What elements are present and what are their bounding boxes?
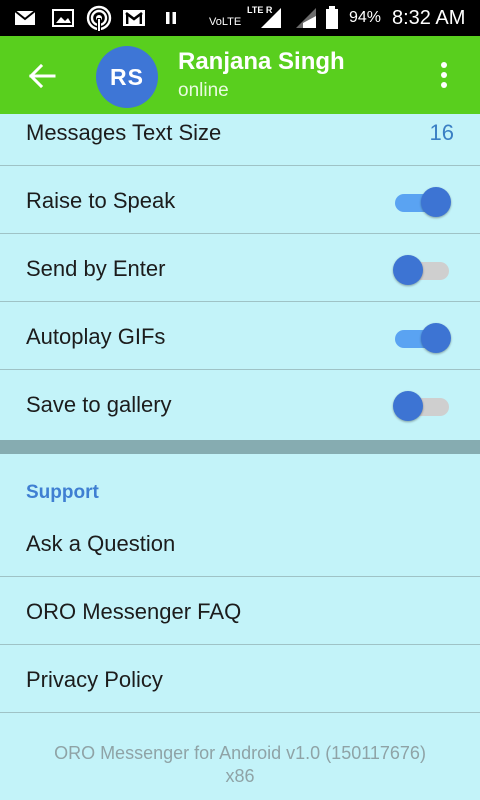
signal-icon <box>294 0 318 36</box>
contact-status: online <box>178 80 229 101</box>
gmail-icon <box>122 0 146 36</box>
section-divider <box>0 440 480 454</box>
text-size-value: 16 <box>429 120 454 145</box>
app-version-footer: ORO Messenger for Android v1.0 (15011767… <box>0 742 480 788</box>
signal-icon <box>259 0 283 36</box>
more-options-icon[interactable] <box>432 58 456 92</box>
autoplay-gifs-toggle[interactable] <box>393 323 451 353</box>
architecture-text: x86 <box>225 766 255 786</box>
setting-send-by-enter[interactable]: Send by Enter <box>0 234 480 302</box>
back-arrow-icon[interactable] <box>26 60 58 92</box>
toggle-thumb <box>393 255 423 285</box>
toggle-thumb <box>421 187 451 217</box>
setting-raise-to-speak[interactable]: Raise to Speak <box>0 166 480 234</box>
status-bar: VoLTE LTE R 94% 8:32 AM <box>0 0 480 36</box>
support-item-label: Privacy Policy <box>26 667 163 692</box>
clock: 8:32 AM <box>392 7 466 29</box>
battery-percent: 94% <box>349 9 382 26</box>
raise-to-speak-toggle[interactable] <box>393 187 451 217</box>
contact-name[interactable]: Ranjana Singh <box>178 48 345 76</box>
setting-label: Send by Enter <box>26 256 166 281</box>
mail-icon <box>14 0 36 36</box>
setting-label: Save to gallery <box>26 392 172 417</box>
support-section-header: Support <box>26 482 99 503</box>
avatar[interactable]: RS <box>96 46 158 108</box>
save-to-gallery-toggle[interactable] <box>393 391 451 421</box>
support-item[interactable]: Privacy Policy <box>0 645 480 713</box>
chat-header: RS Ranjana Singh online <box>0 36 480 114</box>
setting-label: Raise to Speak <box>26 188 176 213</box>
image-icon <box>52 0 74 36</box>
pause-icon <box>164 0 178 36</box>
toggle-thumb <box>421 323 451 353</box>
battery-icon <box>325 0 339 36</box>
setting-autoplay-gifs[interactable]: Autoplay GIFs <box>0 302 480 370</box>
setting-label: Autoplay GIFs <box>26 324 166 349</box>
support-item[interactable]: Ask a Question <box>0 512 480 577</box>
send-by-enter-toggle[interactable] <box>393 255 451 285</box>
version-text: ORO Messenger for Android v1.0 (15011767… <box>54 743 426 763</box>
support-item-label: ORO Messenger FAQ <box>26 599 242 624</box>
volte-label: VoLTE <box>209 16 242 28</box>
support-item[interactable]: ORO Messenger FAQ <box>0 577 480 645</box>
setting-save-to-gallery[interactable]: Save to gallery <box>0 370 480 439</box>
setting-label: Messages Text Size <box>26 120 222 145</box>
support-item-label: Ask a Question <box>26 531 176 556</box>
hotspot-icon <box>86 0 112 36</box>
toggle-thumb <box>393 391 423 421</box>
setting-messages-text-size[interactable]: Messages Text Size 16 <box>0 114 480 166</box>
avatar-initials: RS <box>110 63 144 90</box>
